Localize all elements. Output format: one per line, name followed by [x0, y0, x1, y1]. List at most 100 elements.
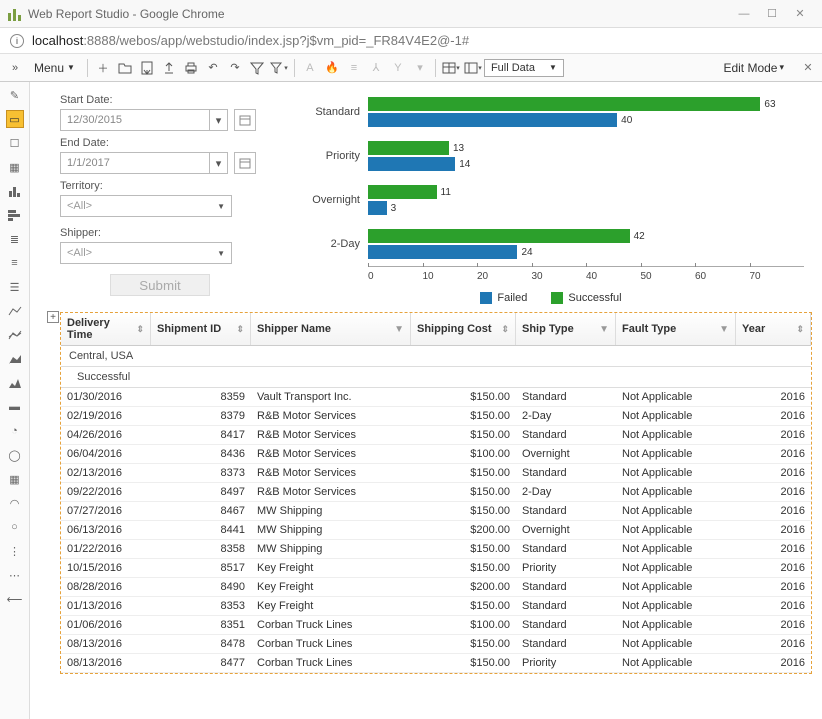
table-row[interactable]: 08/28/20168490Key Freight$200.00Standard…	[61, 578, 811, 597]
submit-button[interactable]: Submit	[110, 274, 210, 296]
minimize-button[interactable]: —	[730, 4, 758, 24]
cell-date: 01/06/2016	[61, 616, 151, 634]
open-icon[interactable]	[115, 58, 135, 78]
rail-more1-icon[interactable]: ⋮	[6, 542, 24, 560]
rail-pie-icon[interactable]: ◔	[6, 422, 24, 440]
table-row[interactable]: 06/04/20168436R&B Motor Services$100.00O…	[61, 445, 811, 464]
table-row[interactable]: 09/22/20168497R&B Motor Services$150.002…	[61, 483, 811, 502]
start-date-caret[interactable]: ▾	[210, 109, 228, 131]
end-date-input[interactable]: 1/1/2017	[60, 152, 210, 174]
rail-donut-icon[interactable]: ◯	[6, 446, 24, 464]
rail-list2-icon[interactable]: ≡	[6, 254, 24, 272]
start-date-calendar-icon[interactable]	[234, 109, 256, 131]
data-mode-dropdown[interactable]: Full Data▼	[484, 59, 564, 77]
window-titlebar: Web Report Studio - Google Chrome — ☐ ✕	[0, 0, 822, 28]
cell-cost: $150.00	[411, 464, 516, 482]
col-shipment-id[interactable]: Shipment ID⇕	[151, 313, 251, 345]
table-row[interactable]: 02/19/20168379R&B Motor Services$150.002…	[61, 407, 811, 426]
col-shipper[interactable]: Shipper Name▼	[251, 313, 411, 345]
chart-bar[interactable]	[368, 245, 517, 259]
rail-more2-icon[interactable]: ⋯	[6, 566, 24, 584]
col-fault[interactable]: Fault Type▼	[616, 313, 736, 345]
rail-cursor-icon[interactable]: ✎	[6, 86, 24, 104]
cell-fault: Not Applicable	[616, 464, 736, 482]
chart-bar-value: 11	[441, 187, 451, 198]
expand-toolbar-icon[interactable]: »	[5, 58, 25, 78]
cell-year: 2016	[736, 559, 811, 577]
table-row[interactable]: 01/13/20168353Key Freight$150.00Standard…	[61, 597, 811, 616]
cell-id: 8351	[151, 616, 251, 634]
hierarchy-icon: ⅄	[366, 58, 386, 78]
table-row[interactable]: 02/13/20168373R&B Motor Services$150.00S…	[61, 464, 811, 483]
legend-failed[interactable]: Failed	[480, 292, 527, 304]
start-date-input[interactable]: 12/30/2015	[60, 109, 210, 131]
rail-multiline-icon[interactable]	[6, 326, 24, 344]
close-window-button[interactable]: ✕	[786, 4, 814, 24]
rail-bars-icon[interactable]	[6, 182, 24, 200]
chart-tick: 60	[695, 267, 750, 282]
expand-table-icon[interactable]: +	[47, 311, 59, 323]
cell-year: 2016	[736, 616, 811, 634]
cell-cost: $150.00	[411, 502, 516, 520]
rail-rect-icon[interactable]: ▭	[6, 110, 24, 128]
shipper-dropdown[interactable]: <All>▼	[60, 242, 232, 264]
rail-gauge-icon[interactable]: ◠	[6, 494, 24, 512]
rail-grid-icon[interactable]: ▦	[6, 470, 24, 488]
panel-layout-icon[interactable]: ▾	[463, 58, 483, 78]
redo-icon[interactable]: ↷	[225, 58, 245, 78]
edit-mode-button[interactable]: Edit Mode▾	[715, 59, 792, 77]
rail-table-icon[interactable]: ▦	[6, 158, 24, 176]
col-ship-type[interactable]: Ship Type▼	[516, 313, 616, 345]
site-info-icon[interactable]: i	[10, 34, 24, 48]
undo-icon[interactable]: ↶	[203, 58, 223, 78]
close-panel-icon[interactable]: ✕	[798, 61, 818, 74]
end-date-caret[interactable]: ▾	[210, 152, 228, 174]
table-row[interactable]: 07/27/20168467MW Shipping$150.00Standard…	[61, 502, 811, 521]
group-territory[interactable]: Central, USA	[61, 346, 811, 367]
table-row[interactable]: 08/13/20168478Corban Truck Lines$150.00S…	[61, 635, 811, 654]
table-row[interactable]: 04/26/20168417R&B Motor Services$150.00S…	[61, 426, 811, 445]
table-layout-icon[interactable]: ▾	[441, 58, 461, 78]
chart-bar[interactable]	[368, 185, 437, 199]
rail-list1-icon[interactable]: ≣	[6, 230, 24, 248]
rail-hbars-icon[interactable]	[6, 206, 24, 224]
chart-bar[interactable]	[368, 201, 387, 215]
territory-dropdown[interactable]: <All>▼	[60, 195, 232, 217]
cell-name: MW Shipping	[251, 540, 411, 558]
rail-card-icon[interactable]: ▬	[6, 398, 24, 416]
new-icon[interactable]: ＋	[93, 58, 113, 78]
end-date-calendar-icon[interactable]	[234, 152, 256, 174]
chart-bar[interactable]	[368, 141, 449, 155]
rail-box-icon[interactable]: ☐	[6, 134, 24, 152]
filter-dropdown-icon[interactable]: ▾	[269, 58, 289, 78]
export-icon[interactable]	[159, 58, 179, 78]
menu-button[interactable]: Menu▼	[26, 59, 83, 77]
table-row[interactable]: 01/06/20168351Corban Truck Lines$100.00S…	[61, 616, 811, 635]
filter-icon[interactable]	[247, 58, 267, 78]
rail-line-icon[interactable]	[6, 302, 24, 320]
address-bar[interactable]: i localhost:8888/webos/app/webstudio/ind…	[0, 28, 822, 54]
table-row[interactable]: 01/30/20168359Vault Transport Inc.$150.0…	[61, 388, 811, 407]
group-status[interactable]: Successful	[61, 367, 811, 388]
table-row[interactable]: 10/15/20168517Key Freight$150.00Priority…	[61, 559, 811, 578]
chart-bar[interactable]	[368, 229, 630, 243]
rail-back-icon[interactable]: ⟵	[6, 590, 24, 608]
chart-bar[interactable]	[368, 113, 617, 127]
table-row[interactable]: 08/13/20168477Corban Truck Lines$150.00P…	[61, 654, 811, 673]
chart-bar[interactable]	[368, 97, 760, 111]
save-icon[interactable]	[137, 58, 157, 78]
table-row[interactable]: 01/22/20168358MW Shipping$150.00Standard…	[61, 540, 811, 559]
rail-circle-icon[interactable]: ○	[6, 518, 24, 536]
print-icon[interactable]	[181, 58, 201, 78]
legend-successful[interactable]: Successful	[551, 292, 621, 304]
chart-bar[interactable]	[368, 157, 455, 171]
maximize-button[interactable]: ☐	[758, 4, 786, 24]
rail-area-icon[interactable]	[6, 350, 24, 368]
rail-list3-icon[interactable]: ☰	[6, 278, 24, 296]
col-year[interactable]: Year⇕	[736, 313, 811, 345]
cell-fault: Not Applicable	[616, 654, 736, 672]
rail-peaks-icon[interactable]	[6, 374, 24, 392]
table-row[interactable]: 06/13/20168441MW Shipping$200.00Overnigh…	[61, 521, 811, 540]
col-delivery[interactable]: Delivery Time⇕	[61, 313, 151, 345]
col-cost[interactable]: Shipping Cost⇕	[411, 313, 516, 345]
